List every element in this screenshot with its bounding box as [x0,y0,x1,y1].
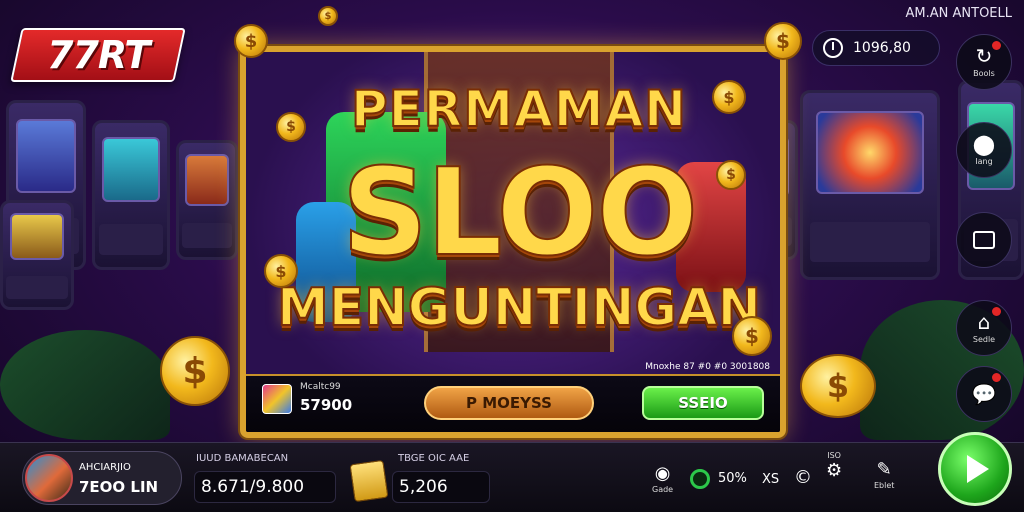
side-button-refresh[interactable]: ↻ Bools [956,34,1012,90]
currency-button[interactable]: © [794,467,812,489]
currency-icon: © [794,467,812,488]
notification-dot [992,373,1001,382]
spin-button[interactable]: SSEIO [642,386,764,420]
coin-icon: $ [318,6,338,26]
percent-value: 50% [718,471,747,486]
side-button-chat[interactable]: 💬 [956,366,1012,422]
background-arcade-left-2 [92,120,170,270]
balance-display[interactable]: 1096,80 [812,30,940,66]
stat-2-value: 5,206 [392,471,490,503]
game-title-line-2: SLOO [341,143,700,284]
player-profile[interactable]: AHCIARJIO 7EOO LIN [22,451,182,505]
stat-1-label: IUUD BAMABECAN [196,453,289,464]
mini-game-name: Mcaltc99 [300,382,341,392]
top-title: AM.AN ANTOELL [905,6,1012,21]
balance-value: 1096,80 [853,40,911,56]
clock-icon [823,38,843,58]
coin-icon: $ [764,22,802,60]
side-button-window[interactable] [956,212,1012,268]
side-button-label: Sedle [972,335,996,344]
background-plant-left [0,330,170,440]
brand-logo-text: 77RT [46,33,150,77]
game-mode-label: Gade [652,485,674,494]
percent-ring-icon [690,469,710,489]
background-arcade-left-4 [0,200,74,310]
coin-icon: $ [276,112,306,142]
notification-dot [992,307,1001,316]
trophy-icon [349,459,389,503]
notification-dot [992,41,1001,50]
stat-2-label: TBGE OIC AAE [398,453,470,464]
mini-game-thumbnail[interactable] [262,384,292,414]
settings-label: ISO [827,451,841,460]
location-icon: ⬤ [972,132,996,156]
side-button-label: Iang [975,157,993,166]
avatar [25,454,73,502]
xs-button[interactable]: XS [762,469,779,491]
game-mode-button[interactable]: ◉ Gade [652,463,673,494]
background-arcade-left-3 [176,140,238,260]
background-arcade-right-1 [800,90,940,280]
slot-game-frame[interactable]: PERMAMAN SLOO MENGUNTINGAN Mnoxhe 87 #0 … [240,46,786,438]
bet-button[interactable]: P MOEYSS [424,386,594,420]
side-button-location[interactable]: ⬤ Iang [956,122,1012,178]
play-button[interactable] [938,432,1012,506]
coin-icon: $ [160,336,230,406]
coin-icon: $ [234,24,268,58]
coin-icon: $ [712,80,746,114]
coin-icon: $ [716,160,746,190]
window-icon [973,231,995,249]
game-title-line-1: PERMAMAN [350,79,688,139]
play-icon [967,455,989,483]
coin-icon: $ [800,354,876,418]
coin-icon: $ [732,316,772,356]
brand-logo[interactable]: 77RT [10,28,186,82]
edit-label: Eblet [874,481,895,490]
settings-button[interactable]: ISO ⚙ [826,451,842,482]
game-control-bar: Mnoxhe 87 #0 #0 3001808 Mcaltc99 57900 P… [246,362,780,432]
info-strip: Mnoxhe 87 #0 #0 3001808 [645,362,770,372]
player-name: AHCIARJIO [79,462,131,473]
xs-label: XS [762,472,780,487]
gamepad-icon: ◉ [654,463,671,484]
bottom-bar: AHCIARJIO 7EOO LIN IUUD BAMABECAN 8.671/… [0,442,1024,512]
game-title-line-3: MENGUNTINGAN [276,277,762,339]
stat-1-value: 8.671/9.800 [194,471,336,503]
gear-icon: ⚙ [826,460,843,481]
side-button-home[interactable]: ⌂ Sedle [956,300,1012,356]
chat-icon: 💬 [971,382,997,406]
home-icon: ⌂ [977,310,991,334]
refresh-icon: ↻ [975,44,993,68]
edit-button[interactable]: ✎ Eblet [874,459,894,490]
pencil-icon: ✎ [876,459,892,480]
side-button-label: Bools [973,69,995,78]
player-coins: 7EOO LIN [79,478,159,496]
mini-game-amount: 57900 [300,396,353,414]
coin-icon: $ [264,254,298,288]
